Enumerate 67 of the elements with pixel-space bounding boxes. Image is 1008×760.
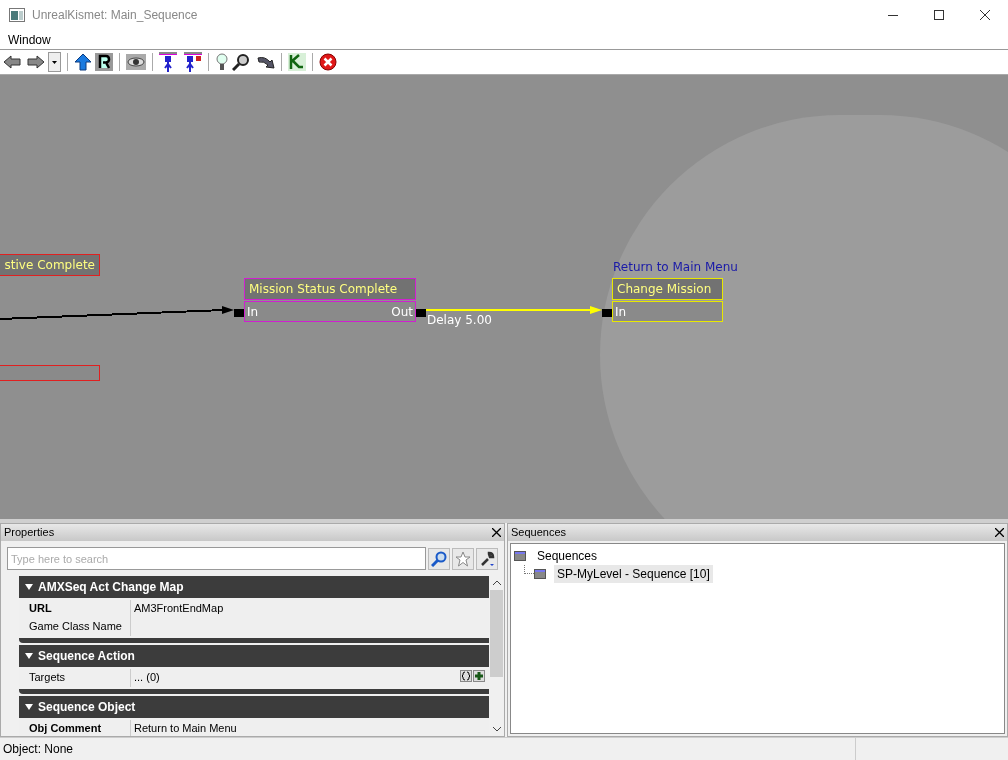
- light-bulb-icon[interactable]: [215, 52, 229, 72]
- search-button[interactable]: [428, 547, 450, 570]
- sequence-icon: [534, 569, 548, 579]
- status-text: Object: None: [2, 741, 75, 758]
- close-icon: [995, 528, 1004, 537]
- back-arrow-icon[interactable]: [3, 54, 21, 70]
- close-icon: [980, 10, 990, 20]
- property-name: Targets: [19, 669, 131, 687]
- tree-item[interactable]: Sequences: [534, 547, 601, 565]
- minimize-icon: [888, 14, 898, 16]
- panel-title: Sequences: [511, 525, 567, 541]
- wrench-icon: [479, 550, 495, 567]
- output-label: Out: [391, 304, 413, 321]
- sequence-icon: [514, 551, 528, 561]
- eye-icon[interactable]: [126, 54, 146, 70]
- scroll-down-icon[interactable]: [492, 727, 501, 732]
- search-field[interactable]: Type here to search: [7, 547, 426, 570]
- forward-arrow-icon[interactable]: [27, 54, 45, 70]
- section-header[interactable]: Sequence Object: [19, 696, 489, 718]
- curved-arrow-icon[interactable]: [257, 54, 275, 70]
- close-button[interactable]: [995, 528, 1004, 537]
- caret-icon: [52, 60, 57, 64]
- braces-icon[interactable]: [460, 670, 472, 682]
- node-body[interactable]: [0, 365, 100, 381]
- input-label: In: [615, 304, 627, 321]
- property-value: Return to Main Menu: [134, 721, 237, 736]
- property-value: AM3FrontEndMap: [134, 601, 224, 616]
- search-icon: [431, 550, 447, 567]
- scroll-thumb[interactable]: [490, 590, 503, 677]
- node-body[interactable]: [244, 301, 416, 322]
- menu-item[interactable]: Window: [0, 30, 59, 49]
- node-comment: Return to Main Menu: [613, 259, 738, 276]
- property-name: URL: [19, 600, 131, 618]
- maximize-icon: [934, 10, 944, 20]
- close-button[interactable]: [492, 528, 501, 537]
- property-name: Game Class Name: [19, 618, 131, 636]
- add-icon[interactable]: [473, 670, 485, 682]
- up-arrow-icon[interactable]: [74, 53, 92, 71]
- window-title: UnrealKismet: Main_Sequence: [32, 7, 198, 24]
- node-title[interactable]: stive Complete: [0, 254, 100, 276]
- node-title[interactable]: Change Mission: [612, 278, 723, 300]
- link-label: Delay 5.00: [427, 312, 492, 329]
- link-arrow[interactable]: [0, 306, 234, 320]
- star-icon: [455, 550, 471, 567]
- graph-canvas[interactable]: stive Complete Return to Main Menu Mission Status Complete Change Mission In Out In Delay 5.00: [0, 75, 1008, 519]
- property-name: Obj Comment: [19, 720, 131, 736]
- r-letter-icon[interactable]: [95, 53, 113, 71]
- link-arrow[interactable]: [425, 306, 602, 314]
- tree-item[interactable]: SP-MyLevel - Sequence [10]: [554, 565, 713, 583]
- close-circle-icon[interactable]: [319, 53, 337, 71]
- section-header[interactable]: AMXSeq Act Change Map: [19, 576, 489, 598]
- history-dropdown[interactable]: [48, 52, 61, 72]
- settings-button[interactable]: [476, 547, 498, 570]
- node-title[interactable]: Mission Status Complete: [244, 278, 416, 300]
- panel-title: Properties: [4, 525, 55, 541]
- section-header[interactable]: Sequence Action: [19, 645, 489, 667]
- property-value: ... (0): [134, 670, 160, 685]
- input-connector[interactable]: [234, 309, 244, 317]
- search-icon[interactable]: [232, 53, 250, 71]
- scroll-up-icon[interactable]: [492, 580, 501, 585]
- close-icon: [492, 528, 501, 537]
- app-icon: [9, 8, 25, 22]
- node-flag-down-icon[interactable]: [184, 52, 202, 72]
- node-down-icon[interactable]: [159, 52, 177, 72]
- k-arrow-icon[interactable]: [288, 53, 306, 71]
- input-label: In: [247, 304, 259, 321]
- input-connector[interactable]: [602, 309, 612, 317]
